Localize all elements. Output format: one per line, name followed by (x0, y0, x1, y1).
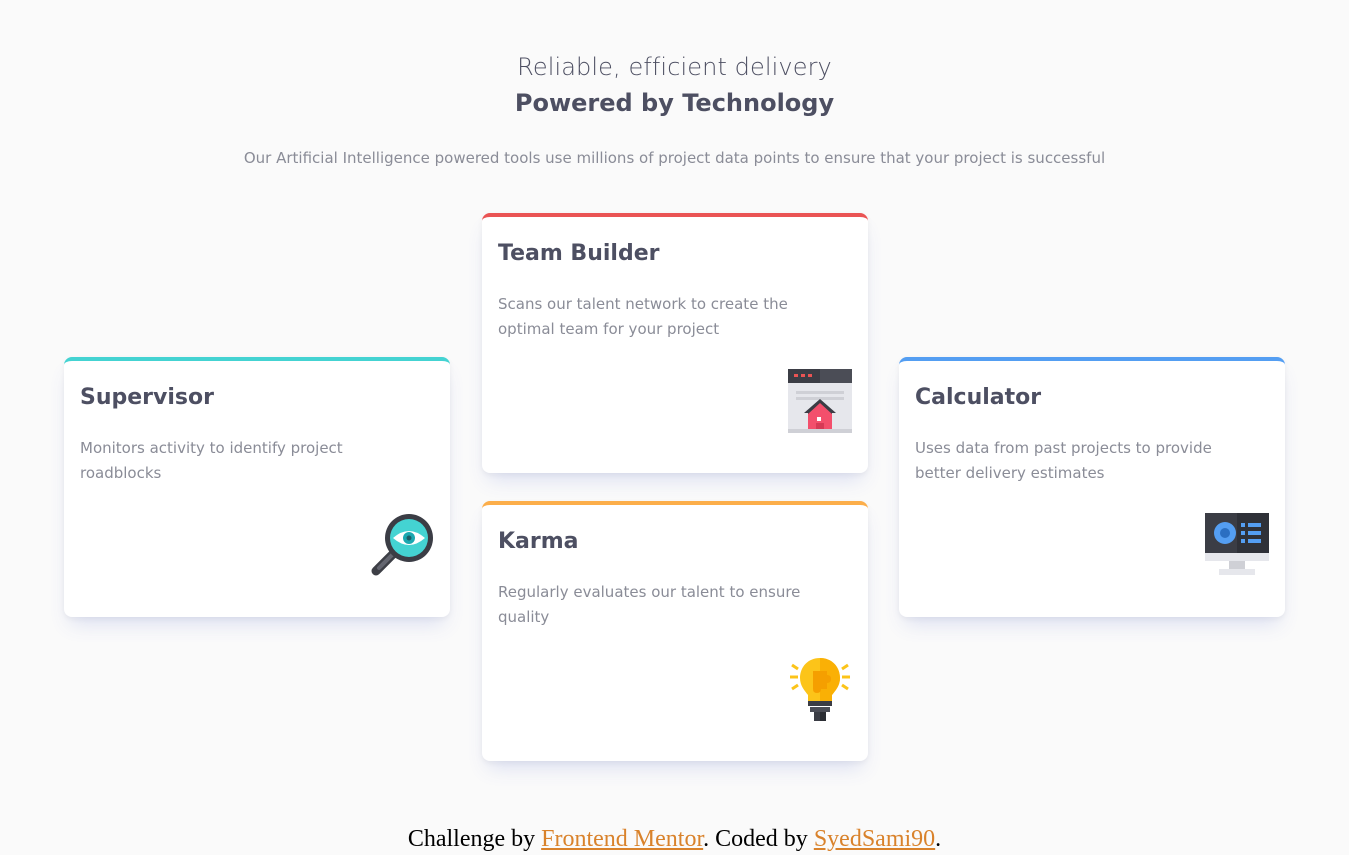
attribution-footer: Challenge by Frontend Mentor. Coded by S… (0, 823, 1349, 855)
page-subtitle: Our Artificial Intelligence powered tool… (243, 149, 1106, 167)
lightbulb-icon (788, 657, 852, 721)
monitor-calculator-icon (1205, 513, 1269, 577)
card-karma: Karma Regularly evaluates our talent to … (482, 501, 868, 761)
card-team-builder: Team Builder Scans our talent network to… (482, 213, 868, 473)
card-title: Team Builder (498, 241, 660, 266)
team-builder-house-icon (788, 369, 852, 433)
frontend-mentor-link[interactable]: Frontend Mentor (541, 826, 703, 852)
card-description: Regularly evaluates our talent to ensure… (498, 583, 801, 626)
page-header: Reliable, efficient delivery Powered by … (0, 50, 1349, 169)
card-title: Calculator (915, 385, 1042, 410)
author-link[interactable]: SyedSami90 (814, 826, 935, 852)
card-description: Monitors activity to identify project ro… (80, 439, 343, 482)
card-description: Scans our talent network to create the o… (498, 295, 788, 338)
page-title-bold: Powered by Technology (514, 89, 835, 117)
card-description: Uses data from past projects to provide … (915, 439, 1212, 482)
footer-middle: . Coded by (703, 826, 814, 852)
card-title: Karma (498, 529, 579, 554)
card-calculator: Calculator Uses data from past projects … (899, 357, 1285, 617)
footer-suffix: . (935, 826, 942, 852)
magnifier-eye-icon (370, 513, 434, 577)
page-title-light: Reliable, efficient delivery (517, 53, 832, 81)
footer-prefix: Challenge by (407, 826, 542, 852)
card-supervisor: Supervisor Monitors activity to identify… (64, 357, 450, 617)
card-title: Supervisor (80, 385, 214, 410)
